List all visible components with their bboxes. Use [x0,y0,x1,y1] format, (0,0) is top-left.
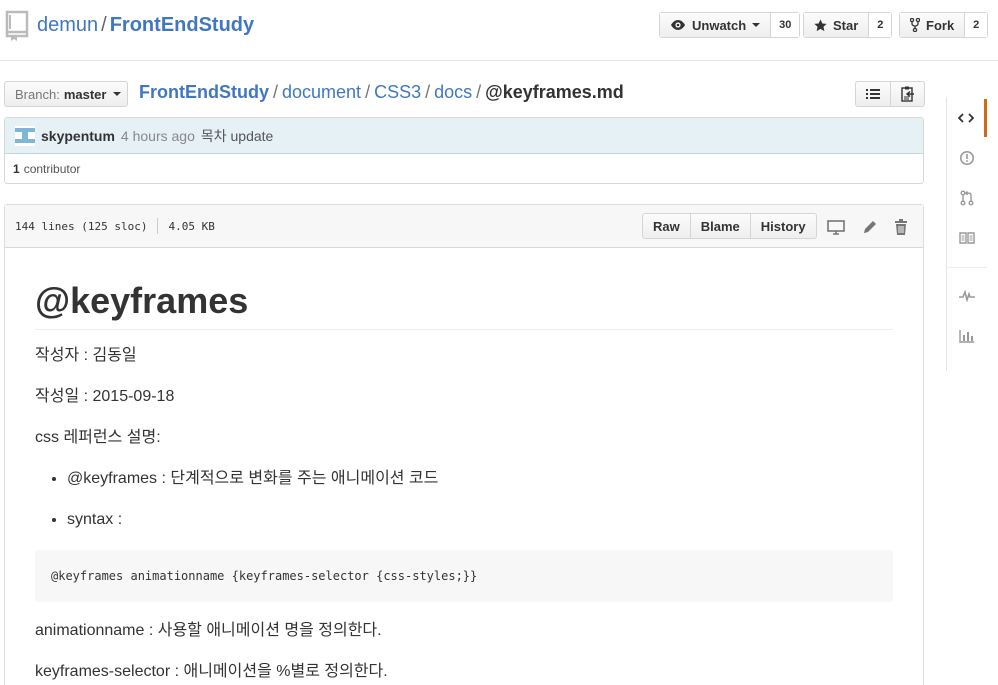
repo-title: demun / FrontEndStudy [37,14,254,37]
breadcrumb: FrontEndStudy / document / CSS3/docs / @keyfra… [139,82,624,103]
pull-request-icon [960,190,974,206]
pulse-icon [959,290,975,302]
chevron-down-icon [752,23,761,27]
fork-group: Fork 2 [899,12,989,38]
contributor-label: contributor [23,162,81,176]
sidenav-pulse[interactable] [947,277,987,315]
contributors-summary[interactable]: 1 contributor [5,154,923,184]
date-line: 작성일 : 2015-09-18 [35,388,175,405]
unwatch-label: Unwatch [692,17,747,33]
sidenav-divider [947,267,987,268]
code-icon [957,113,974,123]
commit-tease: skypentum 4 hours ago 목차 update 1 contri… [4,117,924,184]
file-list-button[interactable] [856,82,890,106]
sidenav-issues[interactable] [947,139,987,177]
sidenav-wiki[interactable] [947,219,987,257]
file-size: 4.05 KB [168,220,215,233]
eye-icon [671,20,685,30]
wiki-icon [959,232,975,244]
repo-icon [5,10,29,41]
star-group: Star 2 [803,12,893,38]
fork-count[interactable]: 2 [965,13,988,37]
blame-button[interactable]: Blame [689,214,750,238]
pencil-icon[interactable] [861,218,879,236]
fork-button[interactable]: Fork [900,13,966,37]
repo-separator: / [101,14,107,36]
breadcrumb-separator: / [476,82,482,102]
breadcrumb-link-docs[interactable]: docs [434,82,472,102]
commit-author-link[interactable]: skypentum [41,128,115,144]
star-label: Star [833,17,859,33]
file-info-divider [157,218,159,234]
file-nav-buttons [855,81,925,107]
raw-button[interactable]: Raw [643,214,690,238]
bullet-list: @keyframes : 단계적으로 변화를 주는 애니메이션 코드 synta… [67,468,893,531]
list-item: @keyframes : 단계적으로 변화를 주는 애니메이션 코드 [67,468,893,490]
repo-header: demun/FrontEndStudy Unwatch 30 Star 2 [0,0,998,61]
file-info: 144 lines (125 sloc) 4.05 KB [15,218,215,234]
sidenav-code[interactable] [947,99,987,137]
latest-commit: skypentum 4 hours ago 목차 update [5,118,923,154]
sidenav-pull-requests[interactable] [947,179,987,217]
fork-label: Fork [926,17,955,33]
breadcrumb-root-link[interactable]: FrontEndStudy [139,82,269,102]
history-button[interactable]: History [749,214,816,238]
reference-line: css 레퍼런스 설명: [35,429,161,446]
breadcrumb-separator: / [425,82,431,102]
file-actions: Raw Blame History [642,213,817,239]
sidenav-graphs[interactable] [947,317,987,355]
clipboard-icon [900,86,914,102]
list-item: syntax : [67,509,893,531]
fork-icon [910,18,920,32]
watch-group: Unwatch 30 [659,12,801,38]
watch-count[interactable]: 30 [771,13,800,37]
copy-path-button[interactable] [890,82,924,106]
list-icon [866,89,880,99]
readme-title: @keyframes [35,279,893,330]
repo-owner-link[interactable]: demun [37,14,98,36]
desktop-icon[interactable] [827,218,845,236]
star-button[interactable]: Star [804,13,870,37]
breadcrumb-separator: / [272,82,278,102]
file-box: 144 lines (125 sloc) 4.05 KB Raw Blame H… [4,204,924,685]
repo-sidenav [946,97,987,371]
markdown-body: @keyframes 작성자 : 김동일 작성일 : 2015-09-18 cs… [35,279,893,685]
contributor-count: 1 [13,162,20,176]
breadcrumb-current-file: @keyframes.md [485,82,624,102]
breadcrumb-link-document[interactable]: document [282,82,361,102]
star-count[interactable]: 2 [869,13,892,37]
selector-desc: keyframes-selector : 애니메이션을 %별로 정의한다. [35,663,388,680]
unwatch-button[interactable]: Unwatch [660,13,772,37]
breadcrumb-separator: / [365,82,371,102]
graph-icon [959,330,974,343]
chevron-down-icon [113,92,122,96]
file-header: 144 lines (125 sloc) 4.05 KB Raw Blame H… [5,205,923,248]
branch-select-button[interactable]: Branch: master [4,81,128,107]
avatar[interactable] [15,125,35,146]
file-lines: 144 lines (125 sloc) [15,220,148,233]
repo-name-link[interactable]: FrontEndStudy [110,14,254,36]
branch-value: master [63,86,107,102]
animationname-desc: animationname : 사용할 애니메이션 명을 정의한다. [35,622,382,639]
author-line: 작성자 : 김동일 [35,347,137,364]
breadcrumb-link-css3[interactable]: CSS3 [374,82,421,102]
commit-time: 4 hours ago [120,127,195,144]
branch-label: Branch: [15,86,60,102]
commit-message-link[interactable]: 목차 update [201,126,273,146]
star-icon [814,18,827,31]
issue-icon [960,151,974,165]
code-block: @keyframes animationname {keyframes-sele… [35,550,893,602]
trash-icon[interactable] [892,218,910,236]
